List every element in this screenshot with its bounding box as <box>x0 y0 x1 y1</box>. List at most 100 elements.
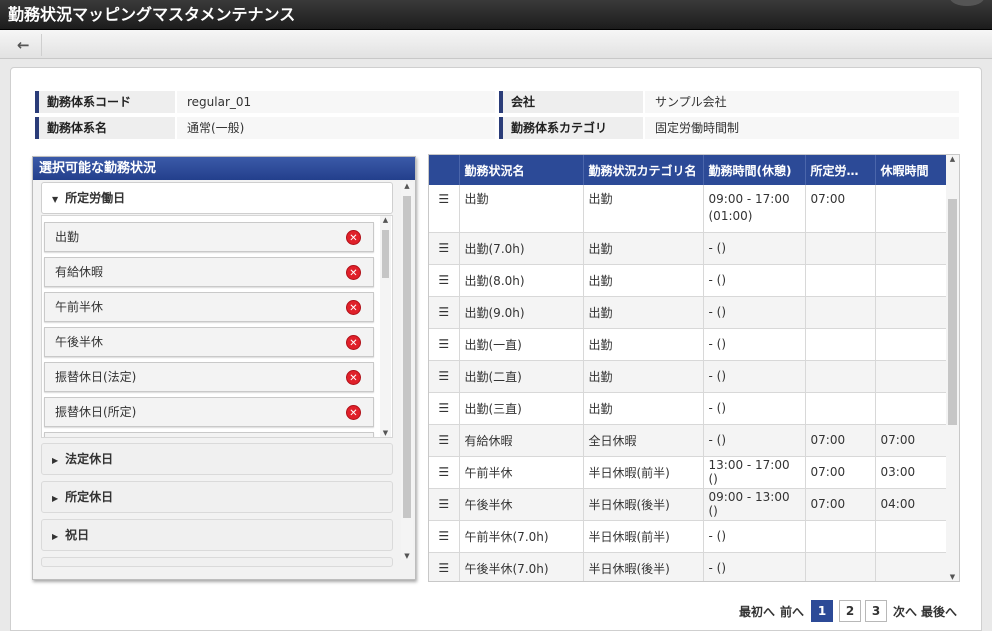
row-menu-icon[interactable]: ☰ <box>429 456 460 489</box>
col-header-leave-time[interactable]: 休暇時間 <box>875 155 948 185</box>
scrollbar-thumb[interactable] <box>382 230 389 278</box>
col-header-prescribed[interactable]: 所定労… <box>805 155 876 185</box>
row-menu-icon[interactable]: ☰ <box>429 360 460 393</box>
row-menu-icon[interactable]: ☰ <box>429 328 460 361</box>
table-row[interactable]: ☰ 出勤(8.0h) 出勤 - () <box>429 264 948 297</box>
section-header-national-holiday[interactable]: ▶ 祝日 <box>41 519 393 551</box>
table-row[interactable]: ☰ 午後半休(7.0h) 半日休暇(後半) - () <box>429 552 948 581</box>
status-item-partial[interactable] <box>44 432 374 437</box>
table-row[interactable]: ☰ 出勤(一直) 出勤 - () <box>429 328 948 361</box>
section-label: 祝日 <box>65 528 90 542</box>
remove-icon[interactable]: ✕ <box>346 230 361 245</box>
cell-work-time: - () <box>703 296 806 329</box>
status-item-label: 振替休日(法定) <box>55 370 137 384</box>
cell-status-name: 出勤(8.0h) <box>459 264 584 297</box>
cell-work-time: - () <box>703 392 806 425</box>
page-button[interactable]: 3 <box>865 600 887 622</box>
cell-status-name: 午後半休(7.0h) <box>459 552 584 581</box>
cell-category: 半日休暇(後半) <box>583 552 704 581</box>
section-header-prescribed-holiday[interactable]: ▶ 所定休日 <box>41 481 393 513</box>
status-item[interactable]: 有給休暇 ✕ <box>44 257 374 287</box>
info-row-name-category: 勤務体系名 通常(一般) 勤務体系カテゴリ 固定労働時間制 <box>35 117 959 141</box>
table-row[interactable]: ☰ 出勤(9.0h) 出勤 - () <box>429 296 948 329</box>
page-button[interactable]: 2 <box>839 600 861 622</box>
cell-status-name: 出勤(三直) <box>459 392 584 425</box>
row-menu-icon[interactable]: ☰ <box>429 185 460 233</box>
first-page-link[interactable]: 最初へ <box>739 603 775 620</box>
status-grid: 勤務状況名 勤務状況カテゴリ名 勤務時間(休憩) 所定労… 休暇時間 ☰ 出勤 出勤… <box>429 155 948 581</box>
row-menu-icon[interactable]: ☰ <box>429 552 460 581</box>
cell-leave-time <box>875 264 948 297</box>
status-item[interactable]: 振替休日(所定) ✕ <box>44 397 374 427</box>
table-row[interactable]: ☰ 出勤 出勤 09:00 - 17:00 (01:00) 07:00 <box>429 185 948 233</box>
last-page-link[interactable]: 最後へ <box>921 603 957 620</box>
table-row[interactable]: ☰ 午前半休(7.0h) 半日休暇(前半) - () <box>429 520 948 553</box>
cell-category: 出勤 <box>583 296 704 329</box>
row-menu-icon[interactable]: ☰ <box>429 264 460 297</box>
window-title: 勤務状況マッピングマスタメンテナンス <box>8 5 296 24</box>
cell-prescribed <box>805 520 876 553</box>
remove-icon[interactable]: ✕ <box>346 300 361 315</box>
table-scrollbar[interactable]: ▲ ▼ <box>946 155 959 581</box>
section-label: 所定休日 <box>65 490 114 504</box>
cell-prescribed <box>805 328 876 361</box>
status-item[interactable]: 午後半休 ✕ <box>44 327 374 357</box>
row-menu-icon[interactable]: ☰ <box>429 424 460 457</box>
status-item[interactable]: 出勤 ✕ <box>44 222 374 252</box>
cell-leave-time <box>875 185 948 233</box>
panel-scrollbar[interactable]: ▲ ▼ <box>401 182 413 560</box>
remove-icon[interactable]: ✕ <box>346 265 361 280</box>
section-header-legal-holiday[interactable]: ▶ 法定休日 <box>41 443 393 475</box>
scroll-up-icon[interactable]: ▲ <box>401 182 413 190</box>
pagination: 最初へ 前へ 1 2 3 次へ 最後へ <box>739 600 971 622</box>
remove-icon[interactable]: ✕ <box>346 370 361 385</box>
col-header-status-name[interactable]: 勤務状況名 <box>459 155 584 185</box>
scroll-up-icon[interactable]: ▲ <box>380 216 391 224</box>
status-item-label: 出勤 <box>55 230 80 244</box>
remove-icon[interactable]: ✕ <box>346 335 361 350</box>
row-menu-icon[interactable]: ☰ <box>429 520 460 553</box>
cell-leave-time: 03:00 <box>875 456 948 489</box>
scroll-down-icon[interactable]: ▼ <box>380 429 391 437</box>
next-page-link[interactable]: 次へ <box>893 603 917 620</box>
back-button[interactable]: ← <box>10 34 42 56</box>
scroll-up-icon[interactable]: ▲ <box>946 155 959 163</box>
scroll-down-icon[interactable]: ▼ <box>401 552 413 560</box>
row-menu-icon[interactable]: ☰ <box>429 488 460 521</box>
caret-right-icon: ▶ <box>52 456 59 465</box>
table-row[interactable]: ☰ 午後半休 半日休暇(後半) 09:00 - 13:00 () 07:00 04:00 <box>429 488 948 521</box>
table-row[interactable]: ☰ 午前半休 半日休暇(前半) 13:00 - 17:00 () 07:00 03:00 <box>429 456 948 489</box>
list-scrollbar[interactable]: ▲ ▼ <box>380 216 391 437</box>
selectable-statuses-panel: 選択可能な勤務状況 ▼ 所定労働日 出勤 ✕ 有給休暇 ✕ 午前半休 ✕ 午後半休… <box>32 156 416 580</box>
remove-icon[interactable]: ✕ <box>346 405 361 420</box>
status-item[interactable]: 振替休日(法定) ✕ <box>44 362 374 392</box>
prev-page-link[interactable]: 前へ <box>780 603 804 620</box>
table-row[interactable]: ☰ 有給休暇 全日休暇 - () 07:00 07:00 <box>429 424 948 457</box>
toolbar: ← <box>0 30 992 59</box>
col-header-category[interactable]: 勤務状況カテゴリ名 <box>583 155 704 185</box>
scroll-down-icon[interactable]: ▼ <box>946 573 959 581</box>
scrollbar-thumb[interactable] <box>403 196 411 518</box>
cell-work-time: - () <box>703 552 806 581</box>
page-button[interactable]: 1 <box>811 600 833 622</box>
col-header-icon <box>429 155 460 185</box>
scrollbar-thumb[interactable] <box>948 199 957 425</box>
cell-leave-time <box>875 360 948 393</box>
cell-category: 出勤 <box>583 392 704 425</box>
row-menu-icon[interactable]: ☰ <box>429 232 460 265</box>
status-item[interactable]: 午前半休 ✕ <box>44 292 374 322</box>
section-label: 所定労働日 <box>65 191 126 205</box>
table-row[interactable]: ☰ 出勤(三直) 出勤 - () <box>429 392 948 425</box>
cell-category: 半日休暇(前半) <box>583 520 704 553</box>
cell-category: 半日休暇(後半) <box>583 488 704 521</box>
cell-prescribed <box>805 264 876 297</box>
row-menu-icon[interactable]: ☰ <box>429 392 460 425</box>
section-header-prescribed-workday[interactable]: ▼ 所定労働日 <box>41 182 393 214</box>
table-row[interactable]: ☰ 出勤(二直) 出勤 - () <box>429 360 948 393</box>
col-header-work-time[interactable]: 勤務時間(休憩) <box>703 155 806 185</box>
row-menu-icon[interactable]: ☰ <box>429 296 460 329</box>
work-system-code-label: 勤務体系コード <box>35 91 175 113</box>
cell-work-time: - () <box>703 232 806 265</box>
cell-prescribed: 07:00 <box>805 456 876 489</box>
table-row[interactable]: ☰ 出勤(7.0h) 出勤 - () <box>429 232 948 265</box>
